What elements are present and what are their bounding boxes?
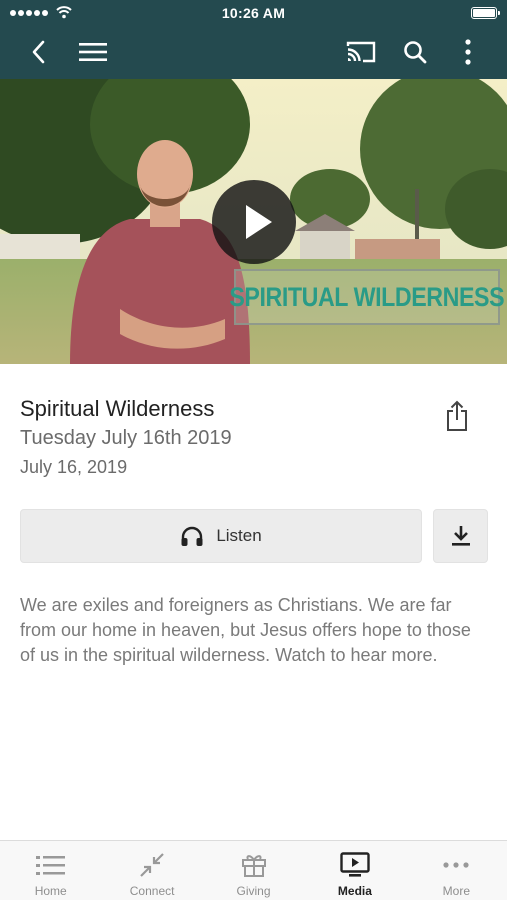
more-options-button[interactable] [450, 34, 486, 70]
tab-more-label: More [442, 884, 470, 898]
list-icon [35, 856, 65, 875]
top-bar: 10:26 AM [0, 0, 507, 79]
play-button[interactable] [212, 180, 296, 264]
battery-icon [471, 7, 500, 19]
vertical-dots-icon [465, 39, 471, 65]
tab-connect[interactable]: Connect [101, 841, 202, 900]
chevron-left-icon [32, 40, 45, 64]
video-overlay-title: SPIRITUAL WILDERNESS [230, 269, 505, 325]
tab-home[interactable]: Home [0, 841, 101, 900]
connect-arrows-icon [140, 853, 164, 877]
headphones-icon [181, 526, 203, 546]
download-icon [451, 526, 470, 546]
media-description: We are exiles and foreigners as Christia… [20, 595, 471, 665]
gift-icon [241, 855, 266, 877]
tab-media-label: Media [337, 884, 372, 898]
back-button[interactable] [20, 34, 56, 70]
media-date: July 16, 2019 [20, 457, 128, 477]
share-icon [447, 400, 467, 431]
download-button[interactable] [433, 509, 488, 563]
video-player[interactable]: SPIRITUAL WILDERNESS [0, 79, 507, 364]
listen-label: Listen [216, 526, 262, 545]
search-icon [404, 41, 427, 64]
tab-home-label: Home [34, 884, 67, 898]
cast-icon [346, 41, 376, 63]
horizontal-dots-icon [443, 862, 469, 868]
tv-play-icon [340, 852, 370, 877]
status-time: 10:26 AM [221, 5, 286, 21]
menu-button[interactable] [75, 34, 111, 70]
tab-media[interactable]: Media [304, 841, 405, 900]
hamburger-menu-icon [79, 43, 107, 61]
media-title: Spiritual Wilderness [20, 396, 215, 421]
tab-giving[interactable]: Giving [203, 841, 304, 900]
cast-button[interactable] [343, 34, 379, 70]
status-bar: 10:26 AM [0, 0, 507, 28]
tab-connect-label: Connect [129, 884, 175, 898]
tab-more[interactable]: More [406, 841, 507, 900]
video-overlay-text: SPIRITUAL WILDERNESS [229, 281, 505, 312]
search-button[interactable] [397, 34, 433, 70]
bottom-tab-bar: Home Connect Giving Media More [0, 840, 507, 900]
listen-button[interactable]: Listen [20, 509, 422, 563]
tab-giving-label: Giving [236, 884, 271, 898]
media-subtitle: Tuesday July 16th 2019 [20, 427, 232, 449]
share-button[interactable] [438, 396, 476, 436]
